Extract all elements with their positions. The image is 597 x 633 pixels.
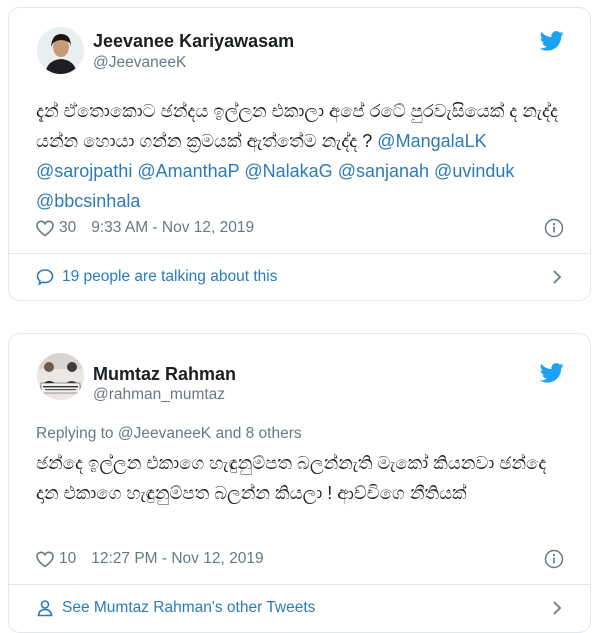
conversation-link[interactable]: 19 people are talking about this bbox=[9, 253, 590, 300]
speech-bubble-icon bbox=[36, 269, 54, 286]
author-name[interactable]: Jeevanee Kariyawasam bbox=[93, 31, 294, 52]
mention-link[interactable]: @NalakaG bbox=[244, 161, 332, 181]
like-count[interactable]: 10 bbox=[59, 550, 76, 568]
replying-to[interactable]: Replying to @JeevaneeK and 8 others bbox=[36, 425, 302, 443]
avatar-photo bbox=[37, 353, 84, 400]
person-icon bbox=[37, 600, 53, 617]
tweet-meta: 10 12:27 PM - Nov 12, 2019 bbox=[36, 550, 264, 568]
info-icon[interactable] bbox=[544, 218, 564, 238]
author-name[interactable]: Mumtaz Rahman bbox=[93, 364, 236, 385]
mention-link[interactable]: @bbcsinhala bbox=[36, 191, 140, 211]
twitter-bird-icon[interactable] bbox=[540, 363, 564, 383]
tweet-card: Mumtaz Rahman @rahman_mumtaz Replying to… bbox=[8, 333, 591, 633]
avatar[interactable] bbox=[37, 353, 84, 400]
chevron-right-icon bbox=[553, 270, 562, 284]
mention-link[interactable]: @uvinduk bbox=[434, 161, 514, 181]
tweet-meta: 30 9:33 AM - Nov 12, 2019 bbox=[36, 219, 254, 237]
author-handle[interactable]: @rahman_mumtaz bbox=[93, 386, 225, 404]
mention-link[interactable]: @MangalaLK bbox=[377, 131, 486, 151]
tweet-card: Jeevanee Kariyawasam @JeevaneeK දැන් ඒතො… bbox=[8, 7, 591, 301]
mention-link[interactable]: @sarojpathi bbox=[36, 161, 132, 181]
chevron-right-icon bbox=[553, 601, 562, 615]
heart-icon[interactable] bbox=[36, 219, 54, 237]
avatar[interactable] bbox=[37, 27, 84, 74]
other-tweets-link[interactable]: See Mumtaz Rahman's other Tweets bbox=[9, 584, 590, 632]
twitter-bird-icon[interactable] bbox=[540, 31, 564, 51]
timestamp[interactable]: 12:27 PM - Nov 12, 2019 bbox=[91, 550, 263, 568]
mention-link[interactable]: @AmanthaP bbox=[137, 161, 239, 181]
info-icon[interactable] bbox=[544, 549, 564, 569]
tweet-text: දැන් ඒතොකොට ඡන්දය ඉල්ලන එකාලා අපේ රටේ පු… bbox=[36, 96, 566, 216]
tweet-text: ඡන්දෙ ඉල්ලන එකාගෙ හැඳුනුම්පත බලන්නැති මැ… bbox=[36, 453, 547, 503]
author-handle[interactable]: @JeevaneeK bbox=[93, 54, 186, 72]
conversation-label: 19 people are talking about this bbox=[62, 268, 278, 285]
heart-icon[interactable] bbox=[36, 550, 54, 568]
avatar-photo bbox=[37, 27, 84, 74]
like-count[interactable]: 30 bbox=[59, 219, 76, 237]
mention-link[interactable]: @sanjanah bbox=[338, 161, 429, 181]
other-tweets-label: See Mumtaz Rahman's other Tweets bbox=[62, 599, 316, 616]
timestamp[interactable]: 9:33 AM - Nov 12, 2019 bbox=[91, 219, 254, 237]
